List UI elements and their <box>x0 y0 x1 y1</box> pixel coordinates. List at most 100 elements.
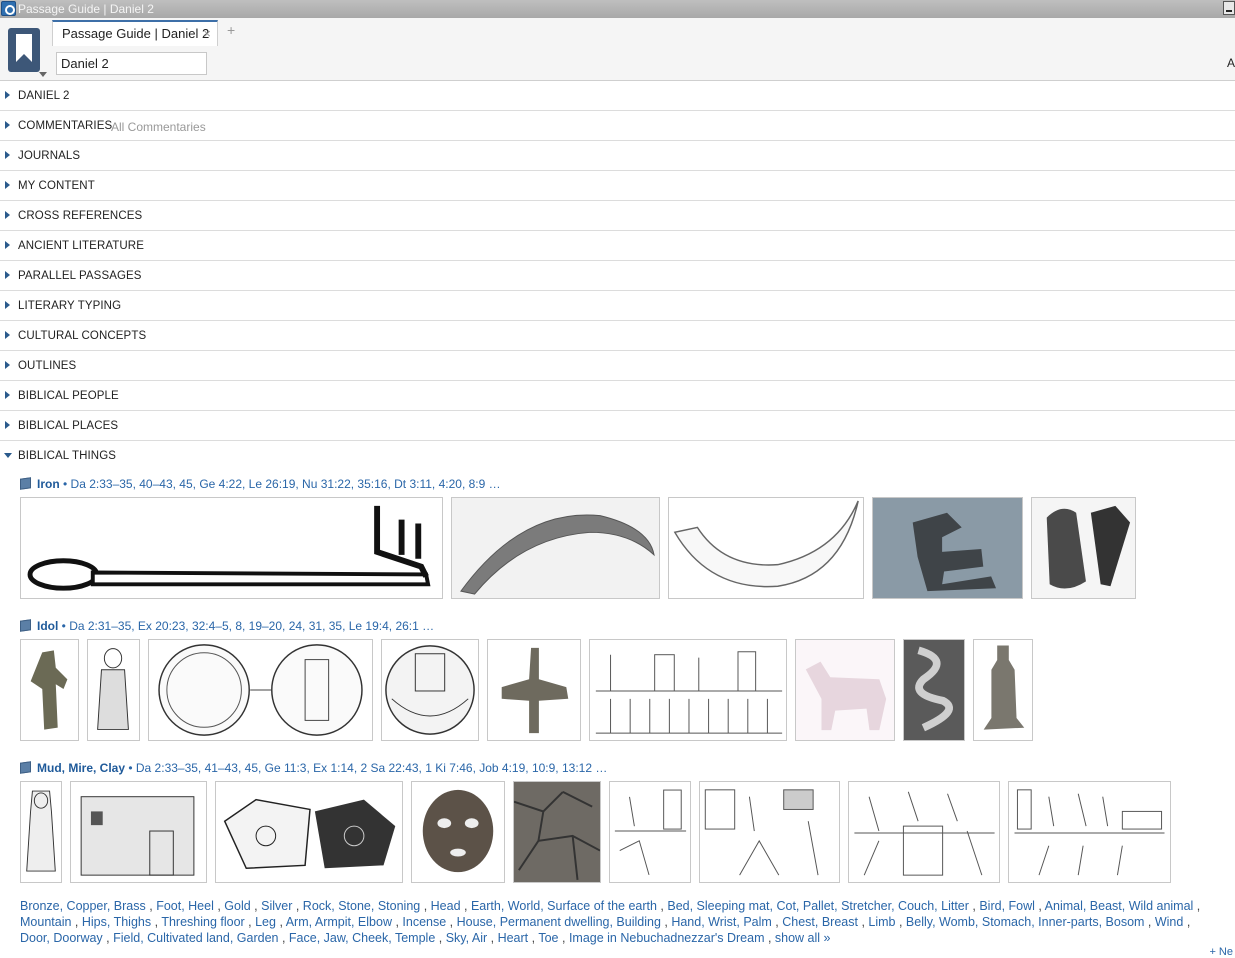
section-biblical-people[interactable]: BIBLICAL PEOPLE <box>0 381 1235 411</box>
thing-link[interactable]: Hips, Thighs <box>82 915 151 929</box>
idol-artifact-photo <box>501 647 569 734</box>
section-journals[interactable]: JOURNALS <box>0 141 1235 171</box>
expand-triangle-icon[interactable] <box>5 361 10 369</box>
thing-link[interactable]: Gold <box>224 899 250 913</box>
thing-link[interactable]: Earth, World, Surface of the earth <box>471 899 657 913</box>
add-tab-button[interactable]: + <box>227 22 235 38</box>
all-commentaries-link[interactable]: All Commentaries <box>111 120 206 134</box>
collapse-triangle-icon[interactable] <box>4 453 12 458</box>
image-thumbnail[interactable] <box>215 781 403 883</box>
image-thumbnail[interactable] <box>589 639 787 741</box>
image-thumbnail[interactable] <box>451 497 660 599</box>
image-thumbnail[interactable] <box>903 639 965 741</box>
thing-link[interactable]: Sky, Air <box>446 931 487 945</box>
thing-link[interactable]: Bronze, Copper, Brass <box>20 899 146 913</box>
iron-tool-photo <box>912 512 997 592</box>
section-outlines[interactable]: OUTLINES <box>0 351 1235 381</box>
image-thumbnail[interactable] <box>699 781 840 883</box>
expand-triangle-icon[interactable] <box>5 391 10 399</box>
thing-link[interactable]: Heart <box>498 931 529 945</box>
expand-triangle-icon[interactable] <box>5 301 10 309</box>
image-thumbnail[interactable] <box>973 639 1033 741</box>
image-thumbnail[interactable] <box>20 639 79 741</box>
brickmaking-drawing-1 <box>614 789 687 876</box>
thing-link[interactable]: Face, Jaw, Cheek, Temple <box>289 931 435 945</box>
thing-link[interactable]: Arm, Armpit, Elbow <box>286 915 392 929</box>
image-thumbnail[interactable] <box>513 781 601 883</box>
expand-triangle-icon[interactable] <box>5 271 10 279</box>
thing-link[interactable]: Field, Cultivated land, Garden <box>113 931 278 945</box>
thing-link[interactable]: Bed, Sleeping mat, Cot, Pallet, Stretche… <box>667 899 969 913</box>
thing-refs-links[interactable]: • Da 2:33–35, 41–43, 45, Ge 11:3, Ex 1:1… <box>125 761 607 775</box>
image-thumbnail[interactable] <box>381 639 479 741</box>
expand-triangle-icon[interactable] <box>5 181 10 189</box>
thing-link[interactable]: Wind <box>1155 915 1183 929</box>
section-ancient-literature[interactable]: ANCIENT LITERATURE <box>0 231 1235 261</box>
thing-link[interactable]: Door, Doorway <box>20 931 103 945</box>
section-commentaries[interactable]: COMMENTARIES All Commentaries <box>0 111 1235 141</box>
thing-link[interactable]: Animal, Beast, Wild animal <box>1045 899 1194 913</box>
section-my-content[interactable]: MY CONTENT <box>0 171 1235 201</box>
idol-calf-photo <box>805 661 887 731</box>
expand-triangle-icon[interactable] <box>5 331 10 339</box>
image-thumbnail[interactable] <box>872 497 1023 599</box>
expand-triangle-icon[interactable] <box>5 211 10 219</box>
image-thumbnail[interactable] <box>70 781 207 883</box>
image-thumbnail[interactable] <box>487 639 581 741</box>
image-thumbnail[interactable] <box>20 781 62 883</box>
image-thumbnail[interactable] <box>1008 781 1171 883</box>
image-thumbnail[interactable] <box>148 639 373 741</box>
minimize-button[interactable] <box>1223 1 1235 15</box>
thing-refs-links[interactable]: • Da 2:31–35, Ex 20:23, 32:4–5, 8, 19–20… <box>58 619 435 633</box>
thing-link[interactable]: Rock, Stone, Stoning <box>303 899 420 913</box>
close-icon[interactable]: × <box>203 26 211 41</box>
iron-key-drawing <box>27 505 431 591</box>
section-literary-typing[interactable]: LITERARY TYPING <box>0 291 1235 321</box>
tab-passage-guide[interactable]: Passage Guide | Daniel 2 × <box>52 20 218 46</box>
chevron-down-icon[interactable] <box>39 72 47 77</box>
image-thumbnail[interactable] <box>87 639 140 741</box>
thing-link[interactable]: Head <box>431 899 461 913</box>
image-thumbnail[interactable] <box>668 497 864 599</box>
thing-link[interactable]: Belly, Womb, Stomach, Inner-parts, Bosom <box>906 915 1145 929</box>
thing-link[interactable]: Limb <box>868 915 895 929</box>
section-cultural-concepts[interactable]: CULTURAL CONCEPTS <box>0 321 1235 351</box>
thing-link[interactable]: Threshing floor <box>161 915 244 929</box>
thing-link[interactable]: Hand, Wrist, Palm <box>671 915 772 929</box>
new-note-link[interactable]: + Ne <box>1209 946 1233 958</box>
thing-link[interactable]: Silver <box>261 899 292 913</box>
thing-refs-links[interactable]: • Da 2:33–35, 40–43, 45, Ge 4:22, Le 26:… <box>60 477 501 491</box>
expand-triangle-icon[interactable] <box>5 121 10 129</box>
expand-triangle-icon[interactable] <box>5 151 10 159</box>
show-all-link[interactable]: show all » <box>775 931 831 945</box>
thing-link[interactable]: Mountain <box>20 915 71 929</box>
expand-triangle-icon[interactable] <box>5 91 10 99</box>
thing-link[interactable]: Bird, Fowl <box>979 899 1035 913</box>
reference-input[interactable] <box>56 52 207 75</box>
thing-name-link[interactable]: Idol <box>37 619 58 633</box>
section-parallel-passages[interactable]: PARALLEL PASSAGES <box>0 261 1235 291</box>
expand-triangle-icon[interactable] <box>5 421 10 429</box>
section-biblical-places[interactable]: BIBLICAL PLACES <box>0 411 1235 441</box>
image-thumbnail[interactable] <box>848 781 1000 883</box>
image-thumbnail[interactable] <box>609 781 691 883</box>
thing-link[interactable]: Chest, Breast <box>782 915 858 929</box>
section-biblical-things[interactable]: BIBLICAL THINGS <box>0 441 1235 471</box>
expand-triangle-icon[interactable] <box>5 241 10 249</box>
image-thumbnail[interactable] <box>795 639 895 741</box>
thing-link[interactable]: Incense <box>402 915 446 929</box>
iron-artifact-photo <box>1046 505 1131 589</box>
section-cross-references[interactable]: CROSS REFERENCES <box>0 201 1235 231</box>
image-thumbnail[interactable] <box>411 781 505 883</box>
image-thumbnail[interactable] <box>20 497 443 599</box>
thing-name-link[interactable]: Iron <box>37 477 60 491</box>
section-daniel-2[interactable]: DANIEL 2 <box>0 81 1235 111</box>
thing-link[interactable]: Foot, Heel <box>156 899 214 913</box>
thing-link[interactable]: Toe <box>538 931 558 945</box>
logos-bookmark-icon[interactable] <box>8 28 40 72</box>
thing-link[interactable]: Leg <box>255 915 276 929</box>
thing-link[interactable]: Image in Nebuchadnezzar's Dream <box>569 931 765 945</box>
thing-name-link[interactable]: Mud, Mire, Clay <box>37 761 125 775</box>
thing-link[interactable]: House, Permanent dwelling, Building <box>457 915 661 929</box>
image-thumbnail[interactable] <box>1031 497 1136 599</box>
